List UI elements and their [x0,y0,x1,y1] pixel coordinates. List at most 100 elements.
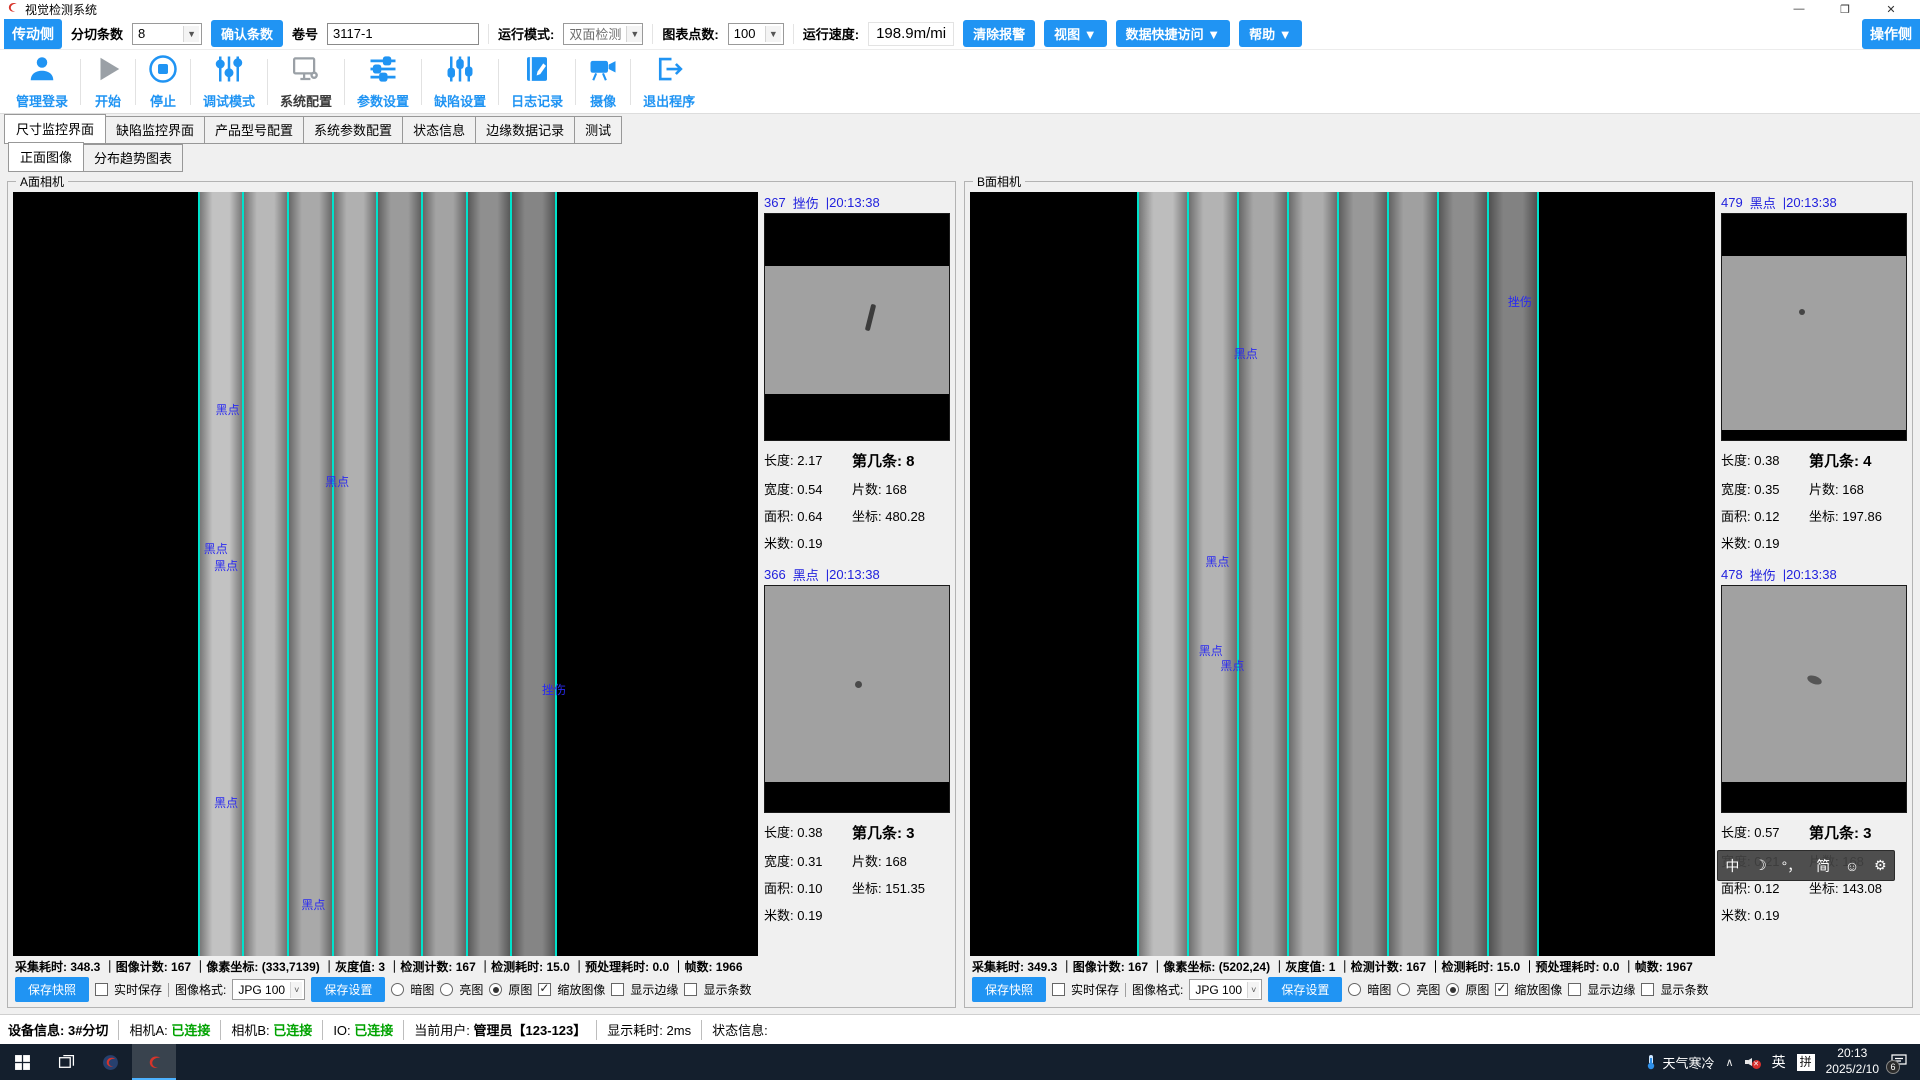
show-count-checkbox[interactable] [1641,983,1654,996]
tool-label: 退出程序 [643,91,695,110]
chart-points-select[interactable]: 100▼ [728,23,784,45]
defect-stats: 长度: 0.38第几条: 3宽度: 0.31片数: 168面积: 0.10坐标:… [764,813,950,924]
main-tab[interactable]: 状态信息 [402,116,476,144]
ime-chinese-mode[interactable]: 中 [1725,856,1739,876]
sub-tab[interactable]: 正面图像 [8,142,84,172]
exit-tool-button[interactable]: 退出程序 [631,54,707,110]
metal-strip [1237,192,1287,956]
defect-sliders-tool-button[interactable]: 缺陷设置 [422,54,498,110]
simplified-toggle[interactable]: 简 [1816,856,1830,876]
save-snapshot-button[interactable]: 保存快照 [15,977,89,1002]
minimize-button[interactable]: — [1776,3,1822,16]
emoji-icon[interactable]: ☺ [1845,858,1859,874]
user-tool-button[interactable]: 管理登录 [4,54,80,110]
defect-label: 黑点 [214,557,238,574]
defect-type: 挫伤 [793,193,819,212]
stat-coord: 坐标: 480.28 [852,506,950,525]
realtime-save-checkbox[interactable] [1052,983,1065,996]
tool-label: 管理登录 [16,91,68,110]
video-camera-tool-button[interactable]: 摄像 [576,54,630,110]
gear-icon[interactable]: ⚙ [1874,857,1887,874]
slit-count-select[interactable]: 8▼ [132,23,202,45]
task-view-icon[interactable] [44,1044,88,1080]
camera-a-status: 已连接 [171,1023,210,1038]
camera-image-b: 挫伤黑点黑点黑点黑点 [970,192,1715,956]
sub-tab[interactable]: 分布趋势图表 [83,144,183,172]
play-tool-button[interactable]: 开始 [81,54,135,110]
defect-seq: 366 [764,567,786,582]
language-indicator[interactable]: 英 [1772,1052,1786,1072]
tool-label: 开始 [95,91,121,110]
operator-side-button[interactable]: 操作侧 [1862,19,1920,49]
moon-icon[interactable]: ☽ [1754,857,1767,874]
stat-width: 宽度: 0.31 [764,851,852,870]
punctuation-toggle[interactable]: °， [1782,856,1802,876]
play-icon [93,54,123,89]
main-tab[interactable]: 测试 [574,116,622,144]
main-tab[interactable]: 尺寸监控界面 [4,114,106,144]
confirm-count-button[interactable]: 确认条数 [211,20,283,47]
realtime-save-checkbox[interactable] [95,983,108,996]
tool-label: 日志记录 [511,91,563,110]
strip-zone-b [1137,192,1539,956]
clear-alarm-button[interactable]: 清除报警 [963,20,1035,47]
slit-count-label: 分切条数 [71,24,123,43]
main-tab[interactable]: 系统参数配置 [303,116,403,144]
save-settings-button[interactable]: 保存设置 [1268,977,1342,1002]
metal-strip [1387,192,1437,956]
image-format-select[interactable]: JPG 100˅ [232,979,305,1000]
speaker-muted-icon[interactable]: ✕ [1745,1055,1761,1069]
system-config-tool-button[interactable]: 系统配置 [268,54,344,110]
main-tab[interactable]: 边缘数据记录 [475,116,575,144]
run-mode-label: 运行模式: [498,24,554,43]
view-menu-button[interactable]: 视图 ▼ [1044,20,1106,47]
close-button[interactable]: ✕ [1868,3,1914,16]
show-count-checkbox[interactable] [684,983,697,996]
show-edge-checkbox[interactable] [1568,983,1581,996]
bright-image-radio[interactable] [440,983,453,996]
current-user-label: 当前用户: [414,1023,470,1038]
original-image-radio[interactable] [1446,983,1459,996]
dark-image-radio[interactable] [391,983,404,996]
metal-strip [376,192,421,956]
defect-card-header[interactable]: 366黑点|20:13:38 [764,564,950,585]
windows-start-icon[interactable] [0,1044,44,1080]
divider [118,1020,119,1040]
debug-sliders-tool-button[interactable]: 调试模式 [191,54,267,110]
image-format-label: 图像格式: [1132,981,1183,998]
image-format-label: 图像格式: [175,981,226,998]
running-app-icon[interactable] [132,1044,176,1080]
maximize-button[interactable]: ❐ [1822,3,1868,16]
help-menu-button[interactable]: 帮助 ▼ [1239,20,1301,47]
log-book-tool-button[interactable]: 日志记录 [499,54,575,110]
data-quick-access-menu-button[interactable]: 数据快捷访问 ▼ [1116,20,1230,47]
drive-side-button[interactable]: 传动侧 [4,19,62,49]
bright-image-radio[interactable] [1397,983,1410,996]
stop-tool-button[interactable]: 停止 [136,54,190,110]
defect-card-header[interactable]: 479黑点|20:13:38 [1721,192,1907,213]
zoom-image-checkbox[interactable] [1495,983,1508,996]
run-mode-select[interactable]: 双面检测▼ [563,23,643,45]
save-snapshot-button[interactable]: 保存快照 [972,977,1046,1002]
roll-input[interactable]: 3117-1 [327,23,479,45]
pinned-app-icon[interactable] [88,1044,132,1080]
weather-widget[interactable]: 天气寒冷 [1644,1053,1715,1072]
defect-card-header[interactable]: 478挫伤|20:13:38 [1721,564,1907,585]
save-settings-button[interactable]: 保存设置 [311,977,385,1002]
dark-image-radio[interactable] [1348,983,1361,996]
params-sliders-tool-button[interactable]: 参数设置 [345,54,421,110]
show-edge-checkbox[interactable] [611,983,624,996]
tray-expand-chevron[interactable]: ∧ [1726,1056,1734,1069]
divider [322,1020,323,1040]
image-format-select[interactable]: JPG 100˅ [1189,979,1262,1000]
defect-card-header[interactable]: 367挫伤|20:13:38 [764,192,950,213]
clock[interactable]: 20:13 2025/2/10 [1826,1046,1879,1077]
original-image-radio[interactable] [489,983,502,996]
divider [701,1020,702,1040]
ime-indicator[interactable]: 拼 [1797,1054,1815,1071]
main-tab[interactable]: 缺陷监控界面 [105,116,205,144]
notification-center-icon[interactable]: 6 [1890,1053,1910,1071]
stat-empty [1809,905,1907,924]
zoom-image-checkbox[interactable] [538,983,551,996]
main-tab[interactable]: 产品型号配置 [204,116,304,144]
